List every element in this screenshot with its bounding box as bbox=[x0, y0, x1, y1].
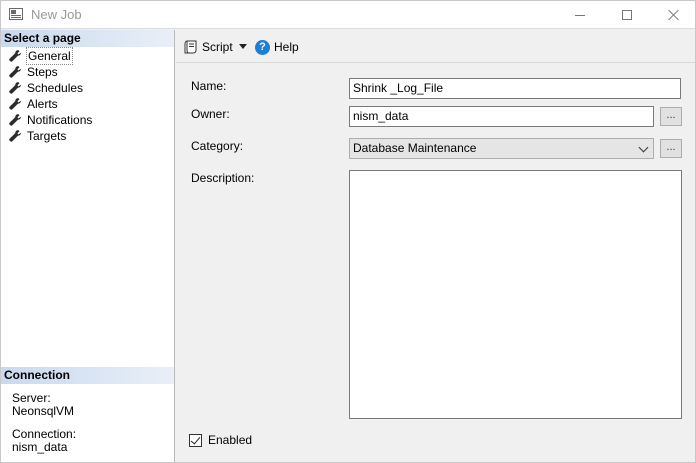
script-button[interactable]: Script bbox=[184, 38, 233, 56]
name-input[interactable]: Shrink _Log_File bbox=[349, 78, 681, 99]
enabled-checkbox[interactable] bbox=[189, 433, 202, 447]
minimize-icon bbox=[575, 14, 585, 16]
server-value: NeonsqlVM bbox=[12, 404, 75, 418]
sidebar-item-label: Alerts bbox=[27, 97, 58, 111]
app-icon bbox=[9, 8, 23, 20]
sidebar-item-label: Notifications bbox=[27, 113, 93, 127]
maximize-button[interactable] bbox=[604, 1, 650, 29]
script-icon bbox=[184, 40, 197, 54]
enabled-label: Enabled bbox=[208, 433, 253, 447]
wrench-icon bbox=[9, 98, 21, 110]
sidebar-item-alerts[interactable]: Alerts bbox=[1, 96, 174, 112]
connection-header: Connection bbox=[1, 367, 174, 384]
help-label: Help bbox=[274, 40, 299, 54]
chevron-down-icon bbox=[638, 142, 649, 153]
close-icon bbox=[668, 9, 680, 21]
page-selector-pane: Select a page General Steps Schedules Al… bbox=[1, 30, 175, 462]
wrench-icon bbox=[9, 66, 21, 78]
description-textarea[interactable] bbox=[349, 170, 682, 419]
description-label: Description: bbox=[191, 171, 255, 185]
category-browse-button[interactable]: ... bbox=[660, 139, 682, 158]
window-title: New Job bbox=[31, 7, 82, 22]
general-form: Name: Shrink _Log_File Owner: nism_data … bbox=[189, 69, 688, 455]
connection-value: nism_data bbox=[12, 440, 68, 454]
sidebar-item-label: Targets bbox=[27, 129, 67, 143]
sidebar-item-general[interactable]: General bbox=[1, 47, 174, 65]
wrench-icon bbox=[9, 130, 21, 142]
sidebar-item-label: Schedules bbox=[27, 81, 84, 95]
sidebar-item-steps[interactable]: Steps bbox=[1, 64, 174, 80]
new-job-window: New Job Select a page General Steps Sche… bbox=[0, 0, 696, 463]
connection-section: Connection Server: NeonsqlVM Connection:… bbox=[1, 367, 174, 463]
page-list: General Steps Schedules Alerts Notificat… bbox=[1, 47, 174, 144]
close-button[interactable] bbox=[651, 1, 696, 29]
sidebar-item-label: Steps bbox=[27, 65, 58, 79]
select-page-header: Select a page bbox=[1, 30, 174, 47]
sidebar-item-schedules[interactable]: Schedules bbox=[1, 80, 174, 96]
category-select[interactable]: Database Maintenance bbox=[349, 138, 654, 159]
sidebar-item-notifications[interactable]: Notifications bbox=[1, 112, 174, 128]
connection-info: Server: NeonsqlVM Connection: nism_data bbox=[1, 384, 174, 454]
wrench-icon bbox=[9, 82, 21, 94]
help-button[interactable]: ? Help bbox=[255, 38, 299, 56]
sidebar-item-label: General bbox=[26, 47, 73, 65]
script-label: Script bbox=[202, 40, 233, 54]
wrench-icon bbox=[9, 114, 21, 126]
wrench-icon bbox=[9, 50, 21, 62]
owner-label: Owner: bbox=[191, 107, 230, 121]
toolbar: Script ? Help bbox=[176, 30, 695, 63]
owner-browse-button[interactable]: ... bbox=[660, 107, 682, 126]
minimize-button[interactable] bbox=[557, 1, 603, 29]
title-bar: New Job bbox=[1, 1, 695, 29]
name-label: Name: bbox=[191, 79, 227, 93]
general-page: Script ? Help Name: Shrink _Log_File Own… bbox=[176, 30, 695, 462]
help-icon: ? bbox=[255, 39, 270, 55]
owner-input[interactable]: nism_data bbox=[349, 106, 654, 127]
category-selected-value: Database Maintenance bbox=[353, 141, 477, 155]
sidebar-item-targets[interactable]: Targets bbox=[1, 128, 174, 144]
maximize-icon bbox=[622, 10, 632, 20]
script-dropdown-arrow-icon[interactable] bbox=[239, 44, 247, 49]
enabled-checkbox-row[interactable]: Enabled bbox=[189, 433, 252, 447]
category-label: Category: bbox=[191, 139, 244, 153]
